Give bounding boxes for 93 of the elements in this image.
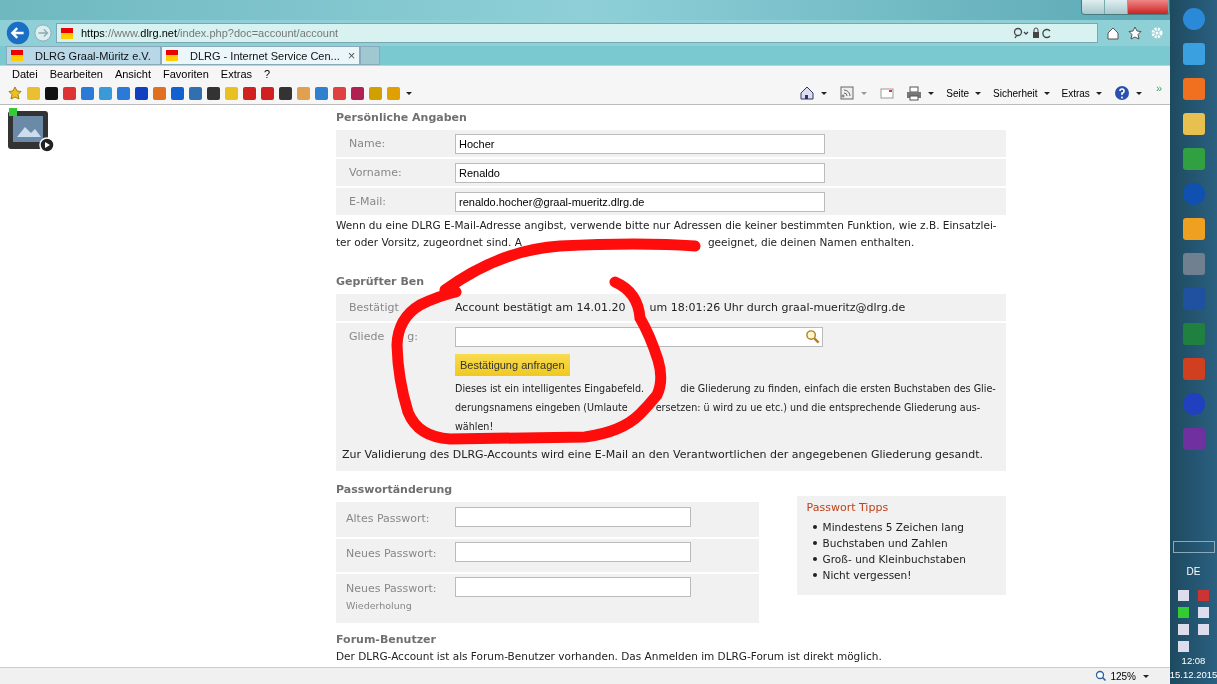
menu-item[interactable]: Favoriten [163,68,209,80]
back-button[interactable] [6,21,30,45]
caret-icon[interactable] [974,89,983,97]
note-text: ter oder Vorsitz, zugeordnet sind. A [336,236,522,248]
caret-icon[interactable] [1094,89,1103,97]
help-text: Dieses ist ein intelligentes Eingabefeld. [455,383,645,394]
command-menu-button[interactable]: Seite [946,87,970,99]
star-icon[interactable] [1128,26,1142,40]
section-heading: Geprüfter Ben [336,275,426,288]
clock-time[interactable]: 12:08 [1181,655,1206,666]
bullet-icon [812,557,817,561]
tray-icon[interactable] [1177,590,1189,601]
forum-text: Der DLRG-Account ist als Forum-Benutzer vorhanden. Das Anmelden im DLRG-Forum ist direkt möglich. [336,650,883,662]
help-icon[interactable] [1113,85,1130,101]
browser-tab[interactable]: DLRG - Internet Service Cen... × [161,46,361,65]
tip-text: Buchstaben und Zahlen [822,536,948,551]
field-label: Neues Passwort: [346,582,438,595]
feed-icon[interactable] [839,85,856,101]
section-heading: Forum-Benutzer [336,633,437,646]
section-heading: Persönliche Angaben [336,111,468,124]
address-bar[interactable]: https://www.dlrg.net/index.php?doc=account/account [56,23,1098,43]
caret-icon[interactable] [1142,672,1150,680]
menu-item[interactable]: Extras [220,68,253,80]
password-field[interactable] [455,577,691,597]
validation-note: Zur Validierung des DLRG-Accounts wird eine E-Mail an den Verantwortlichen der angegebenen Gliederung gesandt. [342,448,984,461]
clock-date[interactable]: 15.12.2015 [1169,669,1217,680]
close-button[interactable] [1128,0,1169,14]
search-icon[interactable] [805,329,820,344]
mail-icon[interactable] [879,85,896,101]
video-camera-app-icon[interactable] [7,107,55,153]
caret-icon[interactable] [1042,89,1051,97]
menu-item[interactable]: Bearbeiten [49,68,103,80]
start-orb-icon[interactable] [1182,8,1205,30]
search-field[interactable] [455,326,823,347]
menu-item[interactable]: Datei [12,68,38,80]
minimize-button[interactable] [1082,0,1105,14]
bullet-icon [812,525,817,529]
note-text: geeignet, die deinen Namen enthalten. [707,236,915,248]
request-confirmation-button[interactable]: Bestätigung anfragen [455,354,570,376]
bullet-icon [812,541,817,545]
field-label: Name: [348,137,387,150]
tip-text: Mindestens 5 Zeichen lang [822,520,964,535]
caret-icon[interactable] [820,89,829,97]
tray-icon[interactable] [1177,607,1189,618]
zoom-icon[interactable] [1095,670,1108,682]
favorite-site-icon[interactable] [351,86,364,100]
help-text: wählen! [455,421,494,432]
tab-close-button[interactable]: × [347,49,356,62]
text-field[interactable]: Renaldo [455,162,825,183]
command-menu-button[interactable]: Extras [1061,87,1090,99]
field-label: Altes Passwort: [346,512,431,525]
confirmation-text: Account bestätigt am 14.01.20 [455,301,626,314]
menu-item[interactable]: ? [264,68,271,80]
text-field[interactable]: Hocher [455,133,825,154]
help-text: die Gliederung zu finden, einfach die ersten Buchstaben des Glie- [680,383,996,394]
url-text: https://www.dlrg.net/index.php?doc=account/account [81,27,339,39]
menu-item[interactable]: Ansicht [114,68,151,80]
text-field[interactable]: renaldo.hocher@graal-mueritz.dlrg.de [455,191,825,212]
caret-icon[interactable] [1134,89,1143,97]
favorite-site-icon[interactable] [279,86,292,100]
language-indicator[interactable]: DE [1186,566,1201,577]
search-refresh-icons[interactable] [1013,26,1053,40]
section-heading: Passwortänderung [336,483,454,496]
caret-icon[interactable] [927,89,936,97]
print-icon[interactable] [906,85,923,101]
field-label: Gliede [349,330,385,343]
help-text: derungsnamens eingeben (Umlaute [455,402,628,413]
bullet-icon [812,573,817,577]
favorite-site-icon[interactable] [135,86,148,100]
maximize-button[interactable] [1105,0,1128,14]
field-label: Vorname: [348,166,403,179]
password-field[interactable] [455,542,691,562]
caret-icon[interactable] [405,89,413,97]
tip-text: Nicht vergessen! [822,568,912,583]
site-flag-icon [61,27,73,39]
browser-tab[interactable]: DLRG Graal-Müritz e.V. [6,46,161,65]
field-label: Neues Passwort: [346,547,438,560]
taskbar-scroll-control[interactable] [1172,541,1215,553]
field-label: E-Mail: [348,195,387,208]
field-label: g: [407,330,418,343]
confirmation-text: um 18:01:26 Uhr durch graal-mueritz@dlrg.de [649,301,906,314]
favorite-site-icon[interactable] [45,86,58,100]
field-sublabel: Wiederholung [346,600,413,611]
tip-text: Groß- und Kleinbuchstaben [822,552,966,567]
command-menu-button[interactable]: Sicherheit [993,87,1038,99]
note-text: Wenn du eine DLRG E-Mail-Adresse angibst, verwende bitte nur Adressen die keiner bestimmten Funktion, wie z.B. Einsatzlei- [336,219,997,231]
add-favorite-star-icon[interactable] [8,86,22,100]
password-field[interactable] [455,507,691,527]
help-text: ersetzen: ü wird zu ue etc.) und die entsprechende Gliederung aus- [655,402,981,413]
tips-title: Passwort Tipps [806,501,890,514]
zoom-level-button[interactable]: 125% [1110,670,1136,682]
field-label: Bestätigt [348,301,400,314]
favorite-site-icon[interactable] [207,86,220,100]
